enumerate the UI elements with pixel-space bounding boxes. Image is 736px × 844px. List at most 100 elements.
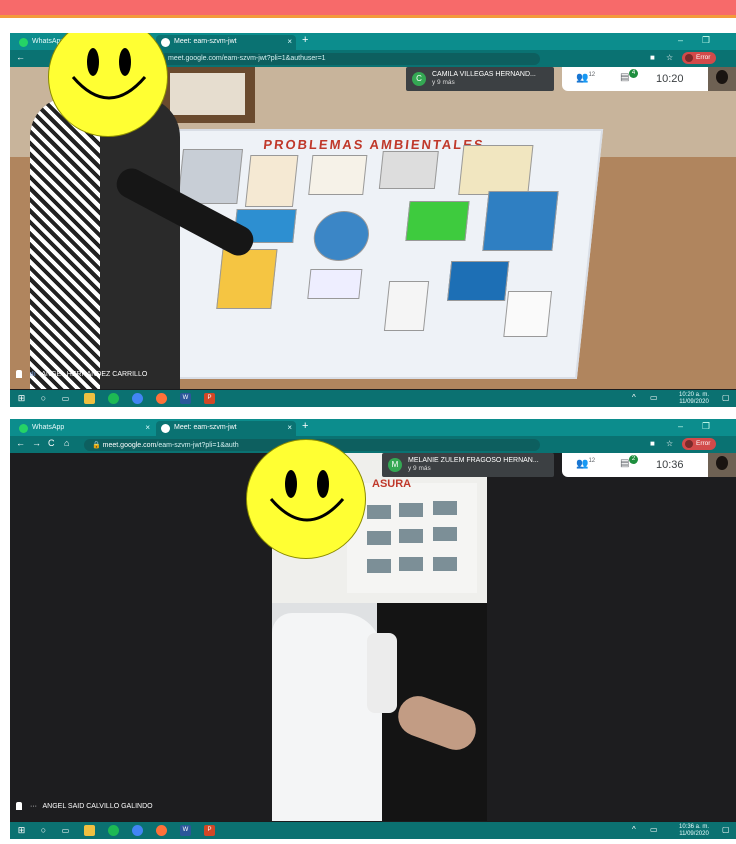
chrome-icon[interactable] bbox=[132, 825, 143, 836]
search-icon[interactable]: ○ bbox=[38, 393, 49, 404]
tray-chevron-icon[interactable]: ^ bbox=[632, 393, 636, 402]
board-picture bbox=[433, 527, 457, 541]
board-picture bbox=[399, 503, 423, 517]
poster-title: PROBLEMAS AMBIENTALES bbox=[262, 137, 486, 152]
windows-start-icon[interactable]: ⊞ bbox=[16, 825, 27, 836]
face-cover-smiley bbox=[246, 439, 366, 559]
wall-sign-text: ASURA bbox=[372, 478, 412, 490]
word-icon[interactable]: W bbox=[180, 393, 191, 404]
task-view-icon[interactable]: ▭ bbox=[60, 393, 71, 404]
home-icon[interactable]: ⌂ bbox=[64, 438, 69, 448]
people-icon: 👥 bbox=[576, 458, 589, 470]
poster-card bbox=[447, 261, 510, 301]
close-icon[interactable]: × bbox=[287, 423, 292, 432]
close-icon[interactable]: × bbox=[287, 37, 292, 46]
new-tab-button[interactable]: + bbox=[302, 34, 308, 46]
meeting-clock: 10:36 bbox=[656, 459, 684, 471]
board-picture bbox=[367, 531, 391, 545]
word-icon[interactable]: W bbox=[180, 825, 191, 836]
restore-icon[interactable]: ❐ bbox=[702, 421, 710, 432]
pin-icon[interactable] bbox=[16, 370, 22, 378]
task-view-icon[interactable]: ▭ bbox=[60, 825, 71, 836]
chat-button[interactable]: ▤ 2 bbox=[620, 455, 638, 469]
smiley-eye bbox=[317, 470, 329, 498]
pin-icon[interactable] bbox=[16, 802, 22, 810]
tab-meet[interactable]: Meet: eam-szvm-jwt × bbox=[156, 35, 296, 50]
keyboard-icon[interactable]: ▭ bbox=[650, 393, 658, 402]
people-button[interactable]: 👥12 bbox=[576, 72, 595, 83]
poster-card bbox=[383, 281, 430, 331]
poster-card bbox=[405, 201, 470, 241]
chat-button[interactable]: ▤ 4 bbox=[620, 69, 638, 83]
self-view-thumbnail[interactable] bbox=[708, 67, 736, 91]
tab-meet[interactable]: Meet: eam-szvm-jwt × bbox=[156, 421, 296, 436]
participant-name: MELANIE ZULEM FRAGOSO HERNAN... bbox=[408, 457, 539, 464]
file-explorer-icon[interactable] bbox=[84, 825, 95, 836]
notifications-icon[interactable]: ▢ bbox=[722, 825, 730, 834]
chrome-icon[interactable] bbox=[132, 393, 143, 404]
search-icon[interactable]: ○ bbox=[38, 825, 49, 836]
minimize-icon[interactable]: – bbox=[678, 35, 683, 45]
url-field[interactable]: meet.google.com/eam-szvm-jwt?pli=1&authu… bbox=[160, 53, 540, 65]
tray-date: 11/09/2020 bbox=[679, 831, 709, 837]
poster-card bbox=[308, 155, 368, 195]
tab-label: WhatsApp bbox=[32, 424, 65, 431]
url-text: meet.google.com/eam-szvm-jwt?pli=1&authu… bbox=[168, 55, 326, 62]
camera-icon[interactable]: ■ bbox=[650, 439, 655, 448]
restore-icon[interactable]: ❐ bbox=[702, 35, 710, 46]
presenter-name: ANGEL SAID CALVILLO GALINDO bbox=[42, 802, 153, 810]
presenter-name-bar: ··· ANGEL SAID CALVILLO GALINDO bbox=[10, 800, 736, 813]
profile-error-button[interactable]: Error bbox=[682, 438, 717, 450]
forward-arrow-icon[interactable]: → bbox=[32, 438, 41, 448]
tab-whatsapp[interactable]: WhatsApp × bbox=[14, 421, 154, 436]
back-arrow-icon[interactable]: ← bbox=[16, 438, 25, 448]
top-decorative-band bbox=[0, 0, 736, 18]
wall-frame bbox=[160, 67, 255, 123]
tray-clock[interactable]: 10:36 a. m. 11/09/2020 bbox=[674, 824, 714, 838]
tray-chevron-icon[interactable]: ^ bbox=[632, 825, 636, 834]
meet-controls-panel: 👥12 ▤ 4 10:20 bbox=[562, 67, 708, 91]
notifications-icon[interactable]: ▢ bbox=[722, 393, 730, 402]
file-explorer-icon[interactable] bbox=[84, 393, 95, 404]
presenter-body bbox=[30, 97, 180, 389]
tray-time: 10:20 a. m. bbox=[678, 392, 710, 398]
bookmark-star-icon[interactable]: ☆ bbox=[666, 439, 673, 448]
spotify-icon[interactable] bbox=[108, 393, 119, 404]
participant-name: CAMILA VILLEGAS HERNAND... bbox=[432, 71, 536, 78]
meet-icon bbox=[161, 424, 170, 433]
tray-clock[interactable]: 10:20 a. m. 11/09/2020 bbox=[674, 392, 714, 406]
poster-card bbox=[378, 151, 439, 189]
keyboard-icon[interactable]: ▭ bbox=[650, 825, 658, 834]
new-tab-button[interactable]: + bbox=[302, 420, 308, 432]
firefox-icon[interactable] bbox=[156, 393, 167, 404]
self-view-thumbnail[interactable] bbox=[708, 453, 736, 477]
camera-icon[interactable]: ■ bbox=[650, 53, 655, 62]
firefox-icon[interactable] bbox=[156, 825, 167, 836]
board-picture bbox=[433, 501, 457, 515]
powerpoint-icon[interactable]: P bbox=[204, 825, 215, 836]
presenter-name-bar: ıIı ANGEL HERNANDEZ CARRILLO bbox=[10, 368, 736, 381]
url-host: meet.google.com bbox=[102, 442, 157, 449]
people-icon: 👥 bbox=[576, 72, 589, 84]
avatar bbox=[685, 440, 693, 448]
more-options-icon[interactable]: ··· bbox=[30, 803, 37, 810]
people-count: 12 bbox=[588, 458, 596, 464]
profile-error-button[interactable]: Error bbox=[682, 52, 717, 64]
smiley-eye bbox=[87, 48, 99, 76]
tab-label: Meet: eam-szvm-jwt bbox=[174, 38, 237, 45]
powerpoint-icon[interactable]: P bbox=[204, 393, 215, 404]
poster-card bbox=[244, 155, 299, 207]
people-button[interactable]: 👥12 bbox=[576, 458, 595, 469]
windows-start-icon[interactable]: ⊞ bbox=[16, 393, 27, 404]
reload-icon[interactable]: C bbox=[48, 438, 55, 448]
close-icon[interactable]: × bbox=[145, 423, 150, 432]
poster-card bbox=[216, 249, 278, 309]
bookmark-star-icon[interactable]: ☆ bbox=[666, 53, 673, 62]
spotify-icon[interactable] bbox=[108, 825, 119, 836]
error-label: Error bbox=[696, 440, 711, 447]
student-sleeve bbox=[367, 633, 397, 713]
active-speaker-chip: C CAMILA VILLEGAS HERNAND... y 9 más bbox=[406, 67, 554, 91]
back-arrow-icon[interactable]: ← bbox=[16, 52, 25, 62]
minimize-icon[interactable]: – bbox=[678, 421, 683, 431]
whatsapp-icon bbox=[19, 424, 28, 433]
